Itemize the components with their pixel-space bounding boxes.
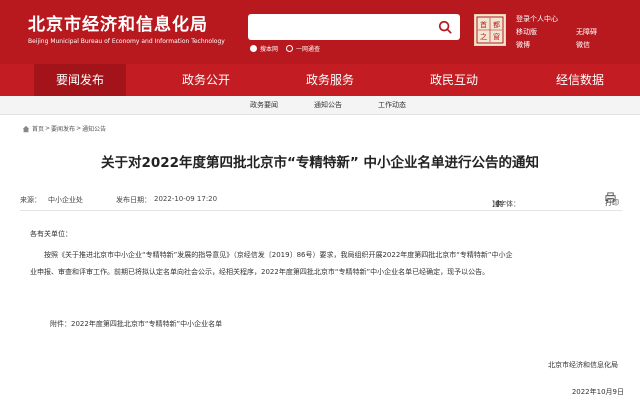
nav-item-services[interactable]: 政务服务 [284,64,376,96]
main-nav: 要闻发布 政务公开 政务服务 政民互动 经信数据 [0,64,640,96]
attachment-link[interactable]: 附件：2022年度第四批北京市“专精特新”中小企业名单 [50,316,640,333]
search-input[interactable] [248,14,460,40]
breadcrumb: 首页 > 要闻发布 > 通知公告 [22,124,106,133]
site-name-en: Beijing Municipal Bureau of Economy and … [28,38,225,45]
breadcrumb-notices[interactable]: 通知公告 [82,124,106,133]
seal-logo[interactable]: 首 都 之 窗 [474,14,506,46]
article-paragraph: 按照《关于推进北京市中小企业“专精特新”发展的指导意见》（京经信发〔2019〕8… [30,247,622,281]
home-icon [22,125,30,132]
signature-date: 2022年10月9日 [571,388,624,396]
nav-item-news[interactable]: 要闻发布 [34,64,126,96]
site-header: 北京市经济和信息化局 Beijing Municipal Bureau of E… [0,0,640,64]
scope-site-radio[interactable]: 搜本网 [250,44,278,53]
publish-date: 2022-10-09 17:20 [154,195,218,203]
source-label: 来源： [20,196,41,204]
radio-checked-icon [250,45,257,52]
seal-char-1: 首 [480,20,487,29]
greeting: 各有关单位： [30,230,72,238]
print-button[interactable]: 打印 [605,192,619,207]
article-title: 关于对2022年度第四批北京市“专精特新” 中小企业名单进行公告的通知 [100,155,540,171]
breadcrumb-home[interactable]: 首页 [32,124,44,133]
publish-label: 发布日期： [116,196,151,204]
subnav-item-work[interactable]: 工作动态 [378,96,406,115]
mobile-link[interactable]: 移动版 [516,26,537,39]
breadcrumb-separator: > [45,125,51,132]
font-size-close: 】 [492,200,499,208]
scope-site-label: 搜本网 [260,46,279,53]
search-button[interactable] [436,18,454,36]
nav-item-interaction[interactable]: 政民互动 [408,64,500,96]
paragraph-line-1: 按照《关于推进北京市中小企业“专精特新”发展的指导意见》（京经信发〔2019〕8… [44,251,513,259]
seal-char-3: 之 [480,32,487,41]
scope-net-label: 一网通查 [296,46,321,53]
nav-item-data[interactable]: 经信数据 [534,64,626,96]
radio-unchecked-icon [286,45,293,52]
site-name[interactable]: 北京市经济和信息化局 [28,10,208,35]
wechat-link[interactable]: 微信 [576,39,590,52]
seal-logo-icon: 首 都 之 窗 [476,16,504,44]
article-meta: 来源： 中小企业处 发布日期： 2022-10-09 17:20 【字体： 大 … [20,189,622,211]
paragraph-line-2: 业申报、审查和评审工作。前期已将拟认定名单向社会公示，经相关程序，2022年度第… [30,268,490,276]
sub-nav: 政务要闻 通知公告 工作动态 [0,96,640,115]
login-link[interactable]: 登录个人中心 [516,13,558,26]
subnav-item-news[interactable]: 政务要闻 [250,96,278,115]
breadcrumb-news[interactable]: 要闻发布 [51,124,75,133]
signature: 北京市经济和信息化局 [548,361,618,369]
seal-char-2: 都 [493,21,500,29]
weibo-link[interactable]: 微博 [516,39,530,52]
accessible-link[interactable]: 无障碍 [576,26,597,39]
scope-net-radio[interactable]: 一网通查 [286,44,320,53]
print-label: 打印 [605,199,619,207]
search-icon [438,20,452,34]
nav-item-affairs[interactable]: 政务公开 [160,64,252,96]
breadcrumb-separator: > [76,125,82,132]
subnav-item-notices[interactable]: 通知公告 [314,96,342,115]
seal-char-4: 窗 [493,32,500,41]
source-value: 中小企业处 [48,196,83,204]
